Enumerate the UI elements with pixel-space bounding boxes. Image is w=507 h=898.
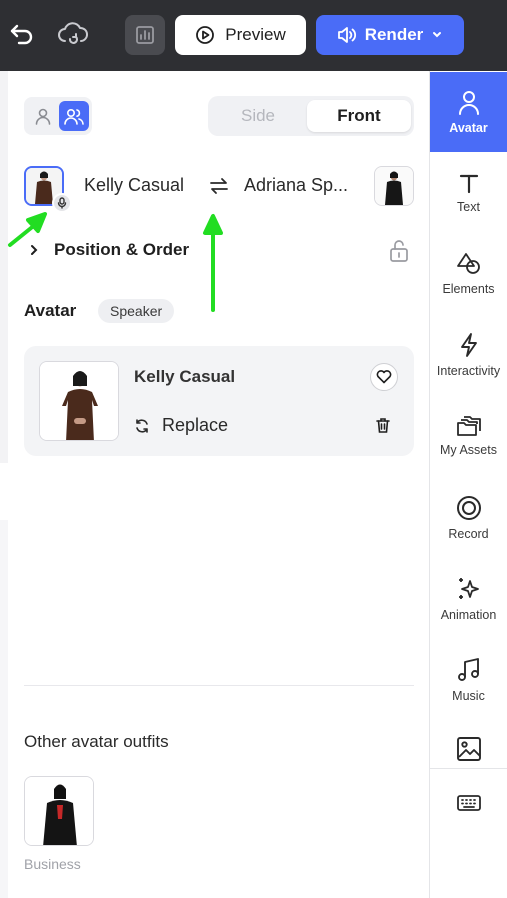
nav-item-music[interactable]: Music [430,640,507,720]
shapes-icon [456,253,480,274]
nav-item-text[interactable]: Text [430,153,507,233]
text-icon [459,174,478,194]
preview-button[interactable]: Preview [175,15,306,55]
cloud-sync-icon[interactable] [54,18,92,50]
speaker-thumb-adriana[interactable] [374,166,414,206]
speaker-icon [337,27,356,43]
unlock-icon[interactable] [388,239,410,263]
image-icon [456,737,481,761]
nav-item-animation[interactable]: Animation [430,559,507,639]
preview-label: Preview [225,25,286,44]
nav-item-interactivity[interactable]: Interactivity [430,315,507,395]
position-order-row[interactable]: Position & Order [24,238,414,264]
nav-separator [430,768,507,769]
canvas-edge [0,71,8,463]
chevron-down-icon [433,32,442,38]
replace-button[interactable]: Replace [134,415,228,436]
render-button[interactable]: Render [316,15,464,55]
canvas-edge [0,520,8,898]
outfit-label-business: Business [24,856,81,872]
music-note-icon [457,658,479,681]
render-label: Render [364,25,424,44]
avatar-section-title: Avatar [24,301,77,320]
nav-item-avatar[interactable]: Avatar [430,72,507,152]
avatar-mode-toggle [24,97,92,135]
sparkles-icon [458,578,479,599]
person-icon [458,91,479,115]
heart-icon[interactable] [370,363,398,391]
speaker-name-secondary[interactable]: Adriana Sp... [244,175,348,196]
trash-icon[interactable] [374,416,394,436]
avatar-name: Kelly Casual [134,367,236,386]
folders-icon [456,416,481,436]
microphone-icon [52,193,72,213]
view-option-front[interactable]: Front [307,100,411,132]
view-option-side[interactable]: Side [208,96,308,136]
nav-label-my-assets: My Assets [440,443,497,457]
nav-label-animation: Animation [440,608,497,622]
nav-item-record[interactable]: Record [430,478,507,558]
nav-item-my-assets[interactable]: My Assets [430,396,507,476]
replace-label: Replace [162,415,229,435]
speaker-name-primary[interactable]: Kelly Casual [84,175,184,196]
keyboard-icon[interactable] [430,783,507,823]
record-icon [456,496,481,520]
nav-label-interactivity: Interactivity [436,364,501,378]
bar-chart-icon[interactable] [125,15,165,55]
avatar-thumbnail[interactable] [39,361,119,441]
lightning-icon [460,333,477,357]
section-divider [24,685,414,686]
other-outfits-title: Other avatar outfits [24,732,169,751]
swap-arrows-icon[interactable] [207,176,231,196]
two-people-icon[interactable] [59,101,89,131]
nav-label-text: Text [457,200,480,214]
nav-label-music: Music [452,689,485,703]
nav-item-image[interactable] [430,722,507,768]
undo-icon[interactable] [6,18,38,50]
top-toolbar: Preview Render [0,0,507,71]
single-person-icon[interactable] [28,101,58,131]
chevron-right-icon [31,245,38,255]
nav-label-avatar: Avatar [449,121,488,135]
nav-label-elements: Elements [442,282,495,296]
refresh-icon [136,418,148,433]
view-selector: Side Front [208,96,414,136]
nav-label-record: Record [448,527,489,541]
nav-item-elements[interactable]: Elements [430,234,507,314]
outfit-thumb-business[interactable] [24,776,94,846]
avatar-card: Kelly Casual Replace [24,346,414,456]
position-order-label: Position & Order [54,240,190,259]
speaker-badge: Speaker [98,299,175,323]
play-circle-icon [196,26,215,44]
